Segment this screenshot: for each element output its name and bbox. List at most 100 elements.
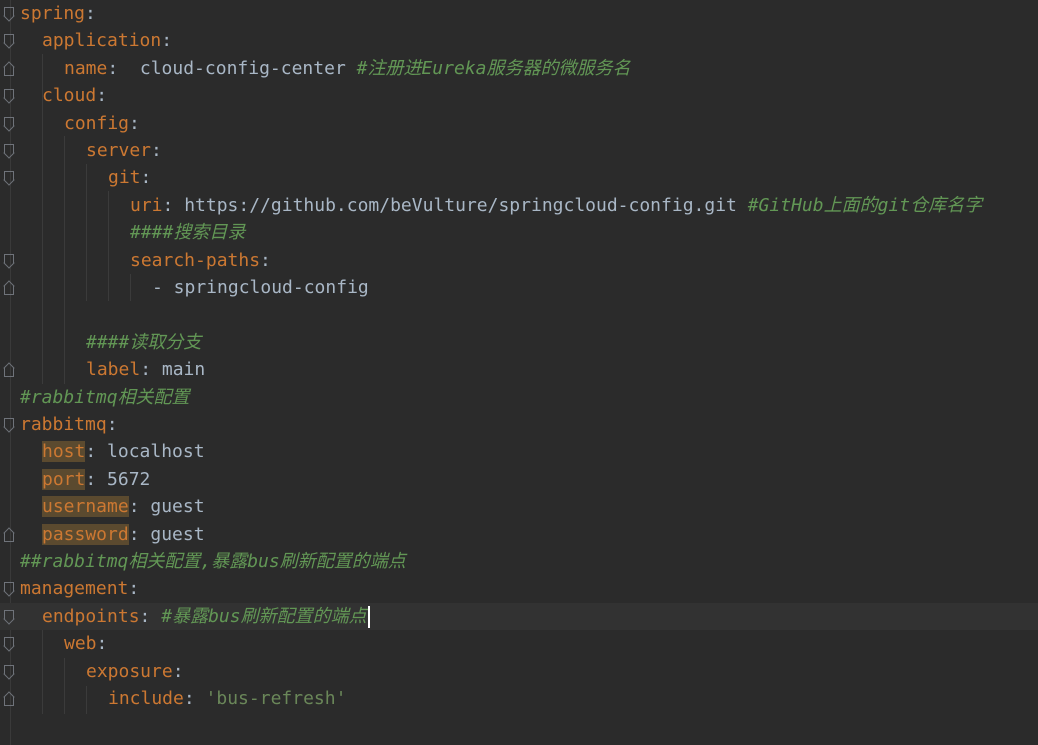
code-line[interactable]: config:	[0, 110, 1038, 137]
yaml-key: label	[86, 359, 141, 381]
code-line[interactable]: web:	[0, 630, 1038, 657]
yaml-key: git	[108, 167, 141, 189]
code-line[interactable]: #rabbitmq相关配置	[0, 384, 1038, 411]
yaml-key-highlighted: host	[42, 441, 86, 463]
yaml-key: exposure	[86, 660, 173, 682]
code-line[interactable]: ##rabbitmq相关配置,暴露bus刷新配置的端点	[0, 548, 1038, 575]
code-line[interactable]: search-paths:	[0, 247, 1038, 274]
yaml-list-item: - springcloud-config	[152, 277, 369, 298]
yaml-colon: :	[96, 85, 108, 107]
code-line[interactable]: git:	[0, 164, 1038, 191]
fold-open-icon[interactable]	[4, 7, 14, 20]
fold-gutter[interactable]	[0, 575, 18, 602]
current-code-line[interactable]: endpoints: #暴露bus刷新配置的端点	[0, 602, 1038, 631]
fold-open-icon[interactable]	[4, 418, 14, 431]
yaml-colon: :	[129, 112, 140, 134]
code-line[interactable]: username: guest	[0, 493, 1038, 520]
fold-gutter[interactable]	[0, 658, 18, 685]
fold-gutter	[0, 493, 18, 520]
yaml-colon: :	[183, 688, 195, 709]
yaml-key: endpoints	[42, 605, 140, 627]
yaml-key: spring	[20, 3, 86, 24]
yaml-key: include	[108, 688, 184, 709]
fold-gutter[interactable]	[0, 110, 18, 137]
fold-gutter[interactable]	[0, 603, 18, 630]
code-line[interactable]: password: guest	[0, 521, 1038, 548]
fold-gutter	[0, 329, 18, 356]
code-line[interactable]: - springcloud-config	[0, 274, 1038, 301]
fold-gutter[interactable]	[0, 164, 18, 191]
yaml-key-highlighted: port	[42, 468, 86, 490]
code-line[interactable]	[0, 301, 1038, 328]
fold-gutter[interactable]	[0, 82, 18, 109]
fold-gutter[interactable]	[0, 137, 18, 164]
code-editor[interactable]: spring: application: name: cloud-config-…	[0, 0, 1038, 745]
yaml-key-highlighted: password	[42, 523, 129, 545]
fold-open-icon[interactable]	[4, 144, 14, 157]
yaml-key-highlighted: username	[42, 496, 129, 518]
fold-end-icon[interactable]	[4, 528, 14, 542]
code-line[interactable]: name: cloud-config-center #注册进Eureka服务器的…	[0, 55, 1038, 82]
fold-gutter[interactable]	[0, 630, 18, 657]
code-line[interactable]: management:	[0, 575, 1038, 602]
fold-open-icon[interactable]	[4, 253, 14, 267]
yaml-colon: :	[140, 359, 152, 381]
code-line[interactable]: cloud:	[0, 82, 1038, 109]
code-line[interactable]: exposure:	[0, 658, 1038, 685]
code-line[interactable]: port: 5672	[0, 466, 1038, 493]
code-line[interactable]: host: localhost	[0, 438, 1038, 465]
text-caret	[367, 605, 370, 628]
yaml-comment: ##rabbitmq相关配置,暴露bus刷新配置的端点	[20, 551, 406, 572]
fold-gutter[interactable]	[0, 356, 18, 383]
fold-end-icon[interactable]	[4, 62, 14, 76]
code-line[interactable]: include: 'bus-refresh'	[0, 685, 1038, 712]
code-line[interactable]: label: main	[0, 356, 1038, 383]
yaml-value	[195, 688, 206, 709]
fold-gutter	[0, 384, 18, 411]
code-line[interactable]: server:	[0, 137, 1038, 164]
fold-end-icon[interactable]	[4, 363, 14, 378]
yaml-comment: ####搜索目录	[130, 222, 246, 244]
fold-open-icon[interactable]	[4, 171, 14, 184]
fold-gutter[interactable]	[0, 411, 18, 438]
yaml-key: rabbitmq	[20, 414, 107, 435]
fold-gutter[interactable]	[0, 274, 18, 301]
fold-gutter[interactable]	[0, 0, 18, 27]
fold-open-icon[interactable]	[4, 637, 14, 650]
fold-open-icon[interactable]	[4, 664, 14, 678]
yaml-colon: :	[106, 414, 118, 435]
code-line[interactable]: uri: https://github.com/beVulture/spring…	[0, 192, 1038, 219]
code-line[interactable]: ####搜索目录	[0, 219, 1038, 246]
yaml-comment: #rabbitmq相关配置	[20, 386, 190, 408]
fold-end-icon[interactable]	[4, 692, 14, 706]
yaml-colon: :	[260, 249, 271, 271]
yaml-colon: :	[161, 30, 173, 52]
yaml-colon: :	[128, 523, 140, 545]
fold-end-icon[interactable]	[4, 281, 14, 295]
fold-gutter[interactable]	[0, 685, 18, 712]
code-line[interactable]: spring:	[0, 0, 1038, 27]
yaml-colon: :	[151, 140, 162, 161]
fold-gutter	[0, 548, 18, 575]
yaml-value: localhost	[96, 441, 205, 463]
fold-open-icon[interactable]	[4, 116, 14, 130]
fold-open-icon[interactable]	[4, 34, 14, 47]
code-line[interactable]: application:	[0, 27, 1038, 54]
yaml-string: 'bus-refresh'	[205, 688, 347, 709]
yaml-value: guest	[139, 523, 205, 545]
fold-gutter[interactable]	[0, 27, 18, 54]
fold-open-icon[interactable]	[4, 609, 14, 623]
yaml-colon: :	[128, 496, 140, 518]
fold-gutter	[0, 192, 18, 219]
yaml-colon: :	[172, 660, 184, 682]
code-line[interactable]: ####读取分支	[0, 329, 1038, 356]
fold-open-icon[interactable]	[4, 89, 14, 102]
fold-gutter[interactable]	[0, 247, 18, 274]
yaml-value	[150, 606, 161, 627]
fold-open-icon[interactable]	[4, 582, 14, 595]
fold-gutter[interactable]	[0, 521, 18, 548]
code-line[interactable]: rabbitmq:	[0, 411, 1038, 438]
yaml-colon: :	[85, 468, 97, 490]
fold-gutter[interactable]	[0, 55, 18, 82]
yaml-value: https://github.com/beVulture/springcloud…	[173, 194, 748, 216]
